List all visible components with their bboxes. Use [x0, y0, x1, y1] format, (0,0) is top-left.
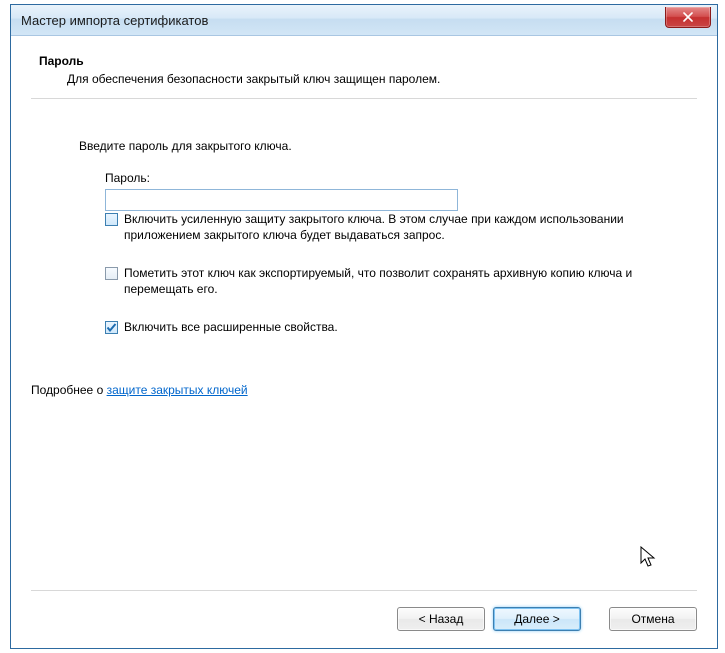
option-label: Пометить этот ключ как экспортируемый, ч…	[124, 265, 690, 297]
password-label: Пароль:	[105, 171, 697, 185]
button-row: < Назад Далее > Отмена	[31, 607, 697, 631]
back-button[interactable]: < Назад	[397, 607, 485, 631]
instruction-text: Введите пароль для закрытого ключа.	[79, 139, 697, 153]
close-icon	[682, 12, 694, 22]
option-label: Включить усиленную защиту закрытого ключ…	[124, 211, 690, 243]
learn-more-prefix: Подробнее о	[31, 383, 107, 397]
footer: < Назад Далее > Отмена	[11, 574, 717, 649]
next-button[interactable]: Далее >	[493, 607, 581, 631]
checkbox-mark-exportable[interactable]	[105, 267, 118, 280]
title-bar: Мастер импорта сертификатов	[11, 5, 717, 36]
section-heading: Пароль	[39, 54, 697, 68]
learn-more-link[interactable]: защите закрытых ключей	[107, 383, 248, 397]
wizard-window: Мастер импорта сертификатов Пароль Для о…	[10, 4, 718, 649]
option-all-extended[interactable]: Включить все расширенные свойства.	[105, 319, 690, 335]
checkbox-all-extended[interactable]	[105, 321, 118, 334]
password-group: Пароль:	[105, 171, 697, 211]
checkbox-strong-protection[interactable]	[105, 213, 118, 226]
option-strong-protection[interactable]: Включить усиленную защиту закрытого ключ…	[105, 211, 690, 243]
button-spacer	[589, 607, 601, 631]
learn-more: Подробнее о защите закрытых ключей	[31, 383, 697, 397]
client-area: Пароль Для обеспечения безопасности закр…	[11, 36, 717, 649]
cancel-button[interactable]: Отмена	[609, 607, 697, 631]
option-label: Включить все расширенные свойства.	[124, 319, 338, 335]
section-description: Для обеспечения безопасности закрытый кл…	[67, 72, 697, 86]
window-title: Мастер импорта сертификатов	[21, 13, 208, 28]
option-mark-exportable[interactable]: Пометить этот ключ как экспортируемый, ч…	[105, 265, 690, 297]
divider-top	[31, 98, 697, 99]
divider-bottom	[31, 590, 697, 591]
form-area: Введите пароль для закрытого ключа. Паро…	[79, 139, 697, 335]
password-input[interactable]	[105, 189, 458, 211]
close-button[interactable]	[665, 7, 711, 28]
